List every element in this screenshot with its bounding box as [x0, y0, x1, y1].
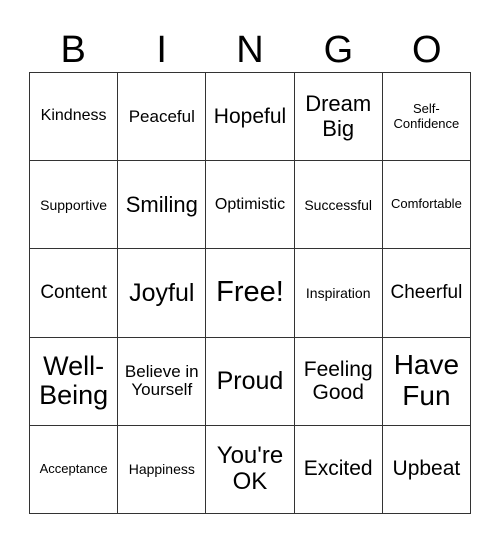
bingo-cell[interactable]: Successful: [294, 161, 383, 250]
bingo-cell[interactable]: Have Fun: [382, 337, 471, 426]
bingo-cell[interactable]: Joyful: [118, 249, 207, 338]
bingo-cell[interactable]: Peaceful: [118, 73, 207, 162]
bingo-cell[interactable]: Comfortable: [382, 161, 471, 250]
bingo-cell[interactable]: Excited: [294, 425, 383, 514]
bingo-cell[interactable]: Upbeat: [382, 425, 471, 514]
bingo-cell[interactable]: Hopeful: [206, 73, 295, 162]
bingo-cell[interactable]: Self-Confidence: [382, 73, 471, 162]
bingo-cell[interactable]: Believe in Yourself: [118, 337, 207, 426]
header-letter-o: O: [412, 29, 442, 71]
free-space[interactable]: Free!: [206, 249, 295, 338]
bingo-cell[interactable]: Content: [30, 249, 119, 338]
bingo-cell[interactable]: You're OK: [206, 425, 295, 514]
bingo-header: B I N G O: [29, 28, 471, 72]
bingo-cell[interactable]: Feeling Good: [294, 337, 383, 426]
bingo-cell[interactable]: Kindness: [30, 73, 119, 162]
bingo-cell[interactable]: Supportive: [30, 161, 119, 250]
bingo-cell[interactable]: Optimistic: [206, 161, 295, 250]
bingo-cell[interactable]: Dream Big: [294, 73, 383, 162]
bingo-cell[interactable]: Cheerful: [382, 249, 471, 338]
header-letter-i: I: [156, 29, 167, 71]
header-letter-n: N: [236, 29, 264, 71]
bingo-board: Kindness Peaceful Hopeful Dream Big Self…: [29, 72, 471, 514]
bingo-cell[interactable]: Inspiration: [294, 249, 383, 338]
header-letter-b: B: [60, 29, 86, 71]
bingo-cell[interactable]: Smiling: [118, 161, 207, 250]
bingo-cell[interactable]: Well-Being: [30, 337, 119, 426]
header-letter-g: G: [323, 29, 354, 71]
bingo-cell[interactable]: Proud: [206, 337, 295, 426]
bingo-cell[interactable]: Happiness: [118, 425, 207, 514]
bingo-cell[interactable]: Acceptance: [30, 425, 119, 514]
